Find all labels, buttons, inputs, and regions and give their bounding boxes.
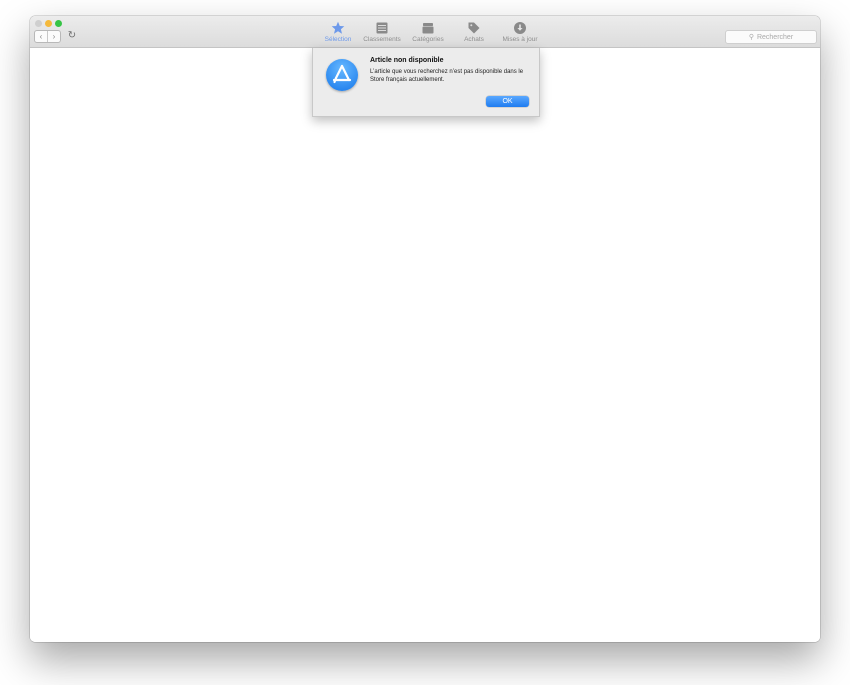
- search-placeholder: Rechercher: [756, 33, 794, 41]
- history-nav: ‹ ›: [34, 30, 61, 43]
- tag-icon: [468, 22, 480, 34]
- star-icon: [331, 21, 345, 34]
- tab-classements[interactable]: Classements: [356, 21, 408, 45]
- close-window-button[interactable]: [35, 20, 42, 27]
- tab-achats[interactable]: Achats: [448, 21, 500, 45]
- store-content: [30, 48, 820, 642]
- list-icon: [376, 22, 388, 34]
- minimize-window-button[interactable]: [45, 20, 52, 27]
- search-field[interactable]: ⚲ Rechercher: [725, 30, 817, 44]
- alert-title: Article non disponible: [370, 57, 444, 64]
- tab-label: Achats: [464, 36, 484, 43]
- box-icon: [422, 23, 434, 34]
- back-button[interactable]: ‹: [35, 31, 47, 42]
- reload-icon[interactable]: ↻: [66, 29, 78, 41]
- tab-categories[interactable]: Catégories: [402, 21, 454, 45]
- magnifier-icon: ⚲: [748, 34, 754, 41]
- tab-label: Mises à jour: [502, 36, 538, 43]
- alert-sheet: Article non disponible L’article que vou…: [312, 48, 540, 117]
- forward-button[interactable]: ›: [47, 31, 60, 42]
- app-store-icon: [326, 59, 358, 91]
- maximize-window-button[interactable]: [55, 20, 62, 27]
- tab-mises-a-jour[interactable]: Mises à jour: [494, 21, 546, 45]
- download-icon: [514, 22, 526, 34]
- tab-label: Catégories: [412, 36, 444, 43]
- ok-button[interactable]: OK: [486, 96, 529, 107]
- toolbar: ‹ › ↻ Sélection Classements Catégories A…: [30, 16, 820, 48]
- app-store-window: ‹ › ↻ Sélection Classements Catégories A…: [30, 16, 820, 642]
- alert-message: L’article que vous recherchez n’est pas …: [370, 69, 524, 83]
- tab-label: Sélection: [324, 36, 352, 43]
- tab-label: Classements: [363, 36, 401, 43]
